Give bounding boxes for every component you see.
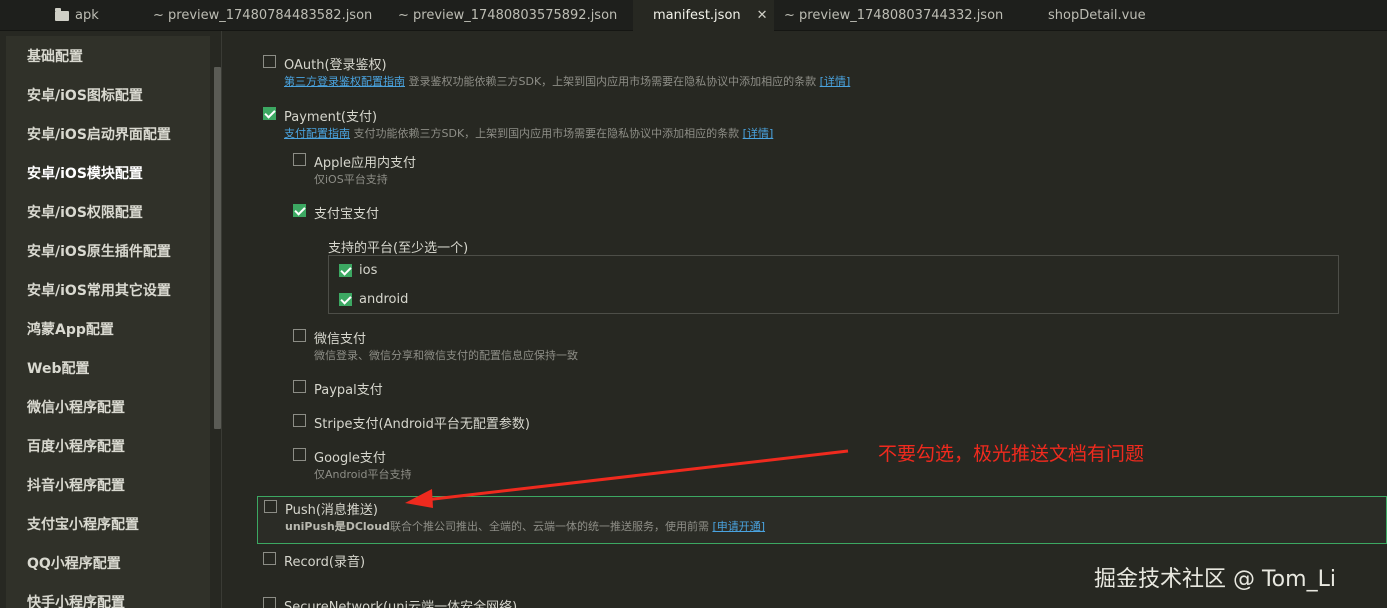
tab-manifest[interactable]: manifest.json ✕ — [633, 0, 774, 31]
sidebar-panel: 基础配置 安卓/iOS图标配置 安卓/iOS启动界面配置 安卓/iOS模块配置 … — [6, 36, 210, 608]
oauth-label: OAuth(登录鉴权) — [284, 58, 387, 73]
tab-apk[interactable]: apk — [0, 0, 118, 31]
paypal-label: Paypal支付 — [314, 383, 383, 398]
payment-description: 支付配置指南 支付功能依赖三方SDK，上架到国内应用市场需要在隐私协议中添加相应… — [284, 125, 773, 141]
sidebar-item-modules[interactable]: 安卓/iOS模块配置 — [27, 163, 143, 183]
tab-label: manifest.json — [653, 8, 741, 23]
record-label: Record(录音) — [284, 555, 366, 570]
sidebar-item-harmony[interactable]: 鸿蒙App配置 — [27, 319, 114, 339]
tab-label: shopDetail.vue — [1048, 8, 1146, 23]
push-description: uniPush是DCloud联合个推公司推出、全端的、云端一体的统一推送服务，使… — [285, 518, 765, 534]
tab-shopdetail[interactable]: shopDetail.vue — [1024, 0, 1224, 31]
payment-detail-link[interactable]: [详情] — [743, 127, 774, 140]
tab-label: apk — [75, 8, 99, 23]
wechat-pay-checkbox[interactable] — [293, 329, 306, 342]
tab-label: ~ preview_17480784483582.json — [153, 8, 373, 23]
payment-desc-text: 支付功能依赖三方SDK，上架到国内应用市场需要在隐私协议中添加相应的条款 — [350, 127, 743, 140]
tab-preview-2[interactable]: ~ preview_17480803575892.json — [363, 0, 633, 31]
google-pay-checkbox[interactable] — [293, 448, 306, 461]
sidebar-item-permissions[interactable]: 安卓/iOS权限配置 — [27, 202, 143, 222]
sidebar-item-splash[interactable]: 安卓/iOS启动界面配置 — [27, 124, 171, 144]
folder-icon — [55, 7, 69, 21]
close-icon[interactable]: ✕ — [757, 8, 768, 23]
sidebar-item-kuaishou[interactable]: 快手小程序配置 — [27, 592, 125, 608]
alipay-label: 支付宝支付 — [314, 207, 380, 222]
apple-pay-label: Apple应用内支付 — [314, 156, 417, 171]
apple-pay-checkbox[interactable] — [293, 153, 306, 166]
payment-label: Payment(支付) — [284, 110, 378, 125]
tab-preview-1[interactable]: ~ preview_17480784483582.json — [118, 0, 372, 31]
payment-checkbox[interactable] — [263, 107, 276, 120]
tab-label: ~ preview_17480803575892.json — [398, 8, 618, 23]
sidebar-item-douyin[interactable]: 抖音小程序配置 — [27, 475, 125, 495]
sidebar-item-native-plugins[interactable]: 安卓/iOS原生插件配置 — [27, 241, 171, 261]
watermark-text: 掘金技术社区 @ Tom_Li — [1094, 567, 1336, 592]
securenetwork-label: SecureNetwork(uni云端一体安全网络) — [284, 600, 518, 608]
securenetwork-checkbox[interactable] — [263, 597, 276, 608]
sidebar-item-icons[interactable]: 安卓/iOS图标配置 — [27, 85, 143, 105]
platform-group — [328, 255, 1339, 314]
sidebar-item-web[interactable]: Web配置 — [27, 358, 89, 378]
oauth-desc-text: 登录鉴权功能依赖三方SDK，上架到国内应用市场需要在隐私协议中添加相应的条款 — [405, 75, 820, 88]
alipay-checkbox[interactable] — [293, 204, 306, 217]
sidebar-item-baidu[interactable]: 百度小程序配置 — [27, 436, 125, 456]
oauth-detail-link[interactable]: [详情] — [820, 75, 851, 88]
apple-pay-description: 仅iOS平台支持 — [314, 173, 388, 186]
module-settings-panel: OAuth(登录鉴权) 第三方登录鉴权配置指南 登录鉴权功能依赖三方SDK，上架… — [222, 31, 1387, 608]
settings-sidebar: 基础配置 安卓/iOS图标配置 安卓/iOS启动界面配置 安卓/iOS模块配置 … — [0, 31, 222, 608]
google-pay-description: 仅Android平台支持 — [314, 468, 412, 481]
android-label: android — [359, 292, 409, 307]
wechat-pay-label: 微信支付 — [314, 332, 367, 347]
sidebar-scrollbar[interactable] — [214, 67, 221, 429]
oauth-description: 第三方登录鉴权配置指南 登录鉴权功能依赖三方SDK，上架到国内应用市场需要在隐私… — [284, 73, 850, 89]
push-desc-text: 联合个推公司推出、全端的、云端一体的统一推送服务，使用前需 — [389, 520, 713, 533]
ios-checkbox[interactable] — [339, 264, 352, 277]
wechat-pay-description: 微信登录、微信分享和微信支付的配置信息应保持一致 — [314, 349, 578, 362]
payment-guide-link[interactable]: 支付配置指南 — [284, 127, 350, 140]
push-label: Push(消息推送) — [285, 503, 379, 518]
paypal-checkbox[interactable] — [293, 380, 306, 393]
annotation-text: 不要勾选，极光推送文档有问题 — [878, 443, 1145, 465]
push-apply-link[interactable]: [申请开通] — [712, 520, 765, 533]
google-pay-label: Google支付 — [314, 451, 386, 466]
editor-tab-bar: apk ~ preview_17480784483582.json ~ prev… — [0, 0, 1387, 31]
oauth-guide-link[interactable]: 第三方登录鉴权配置指南 — [284, 75, 405, 88]
stripe-label: Stripe支付(Android平台无配置参数) — [314, 417, 530, 432]
push-desc-strong: uniPush是DCloud — [285, 520, 390, 533]
sidebar-item-basic[interactable]: 基础配置 — [27, 46, 83, 66]
sidebar-item-qq[interactable]: QQ小程序配置 — [27, 553, 121, 573]
tab-label: ~ preview_17480803744332.json — [784, 8, 1004, 23]
platforms-title: 支持的平台(至少选一个) — [328, 241, 469, 256]
sidebar-item-alipay[interactable]: 支付宝小程序配置 — [27, 514, 139, 534]
sidebar-item-weixin[interactable]: 微信小程序配置 — [27, 397, 125, 417]
record-checkbox[interactable] — [263, 552, 276, 565]
push-checkbox[interactable] — [264, 500, 277, 513]
tab-preview-3[interactable]: ~ preview_17480803744332.json — [774, 0, 1024, 31]
android-checkbox[interactable] — [339, 293, 352, 306]
stripe-checkbox[interactable] — [293, 414, 306, 427]
ios-label: ios — [359, 263, 378, 278]
oauth-checkbox[interactable] — [263, 55, 276, 68]
sidebar-item-other-settings[interactable]: 安卓/iOS常用其它设置 — [27, 280, 171, 300]
